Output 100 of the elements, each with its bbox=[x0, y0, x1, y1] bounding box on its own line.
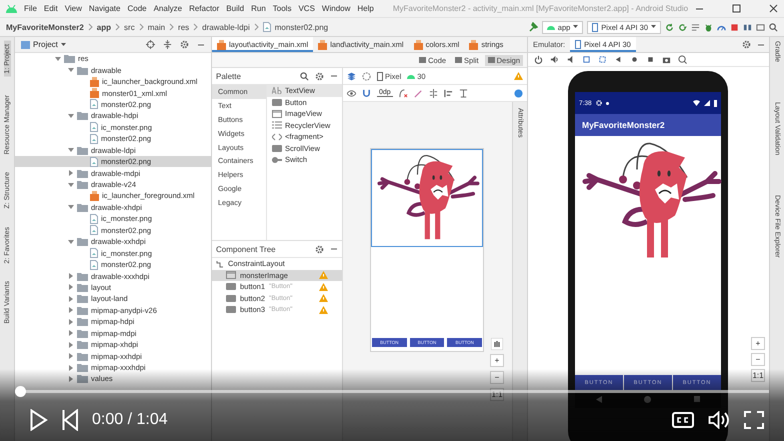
collapsed-arrow-icon[interactable] bbox=[68, 330, 74, 336]
collapsed-arrow-icon[interactable] bbox=[68, 376, 74, 382]
panel-title: Component Tree bbox=[216, 244, 277, 254]
breadcrumb-item[interactable]: drawable-ldpi bbox=[202, 22, 250, 32]
locate-icon[interactable] bbox=[146, 40, 155, 49]
zoom-button[interactable]: + bbox=[751, 337, 765, 350]
search-icon[interactable] bbox=[769, 22, 778, 32]
collapsed-arrow-icon[interactable] bbox=[68, 364, 74, 371]
apply-changes-icon[interactable] bbox=[678, 22, 687, 32]
collapsed-arrow-icon[interactable] bbox=[68, 353, 74, 360]
zoom-button[interactable]: − bbox=[751, 353, 765, 366]
collapse-all-icon[interactable] bbox=[163, 40, 172, 49]
expanded-arrow-icon[interactable] bbox=[68, 238, 74, 245]
close-icon[interactable] bbox=[769, 4, 778, 13]
folder-icon bbox=[77, 352, 88, 361]
volume-down-icon[interactable] bbox=[566, 55, 575, 64]
bug-icon[interactable] bbox=[704, 22, 713, 32]
list-icon[interactable] bbox=[691, 22, 700, 32]
collapsed-arrow-icon[interactable] bbox=[68, 170, 74, 176]
back-icon[interactable] bbox=[614, 55, 623, 64]
wifi-icon bbox=[693, 100, 700, 106]
clear-constraints-icon[interactable] bbox=[398, 88, 408, 98]
home-icon[interactable] bbox=[630, 55, 639, 64]
fullscreen-button[interactable] bbox=[744, 411, 764, 429]
captions-button[interactable] bbox=[672, 412, 694, 428]
zoom-button[interactable]: + bbox=[490, 354, 504, 367]
magnet-icon[interactable] bbox=[362, 88, 371, 98]
expanded-arrow-icon[interactable] bbox=[55, 56, 61, 62]
maximize-icon[interactable] bbox=[732, 4, 742, 13]
folder-icon bbox=[77, 282, 88, 292]
zoom-button[interactable]: − bbox=[490, 371, 504, 384]
image-icon bbox=[272, 110, 282, 118]
collapsed-arrow-icon[interactable] bbox=[68, 342, 74, 348]
expanded-arrow-icon[interactable] bbox=[68, 147, 74, 154]
collapsed-arrow-icon[interactable] bbox=[68, 307, 74, 314]
menu-item[interactable]: Refactor bbox=[189, 4, 220, 13]
magic-wand-icon[interactable] bbox=[414, 88, 423, 98]
chevron-icon bbox=[138, 23, 144, 31]
project-view-dropdown[interactable]: Project bbox=[21, 40, 66, 49]
menu-item[interactable]: Build bbox=[226, 4, 244, 13]
orientation-icon[interactable] bbox=[362, 72, 371, 80]
expanded-arrow-icon[interactable] bbox=[68, 182, 74, 188]
play-button[interactable] bbox=[30, 409, 48, 431]
image-icon bbox=[226, 271, 236, 280]
folder-icon bbox=[77, 363, 88, 372]
menu-item[interactable]: Analyze bbox=[154, 4, 182, 13]
collapsed-arrow-icon[interactable] bbox=[68, 296, 74, 302]
rotate-right-icon[interactable] bbox=[598, 55, 607, 64]
notification-dot-icon bbox=[606, 102, 609, 104]
breadcrumb-item[interactable]: res bbox=[178, 22, 190, 32]
zoom-icon[interactable] bbox=[678, 55, 687, 64]
menu-item[interactable]: Edit bbox=[44, 4, 58, 13]
help-icon[interactable] bbox=[514, 88, 523, 98]
expanded-arrow-icon[interactable] bbox=[68, 67, 74, 74]
menu-item[interactable]: VCS bbox=[298, 4, 315, 13]
menu-item[interactable]: Window bbox=[322, 4, 350, 13]
breadcrumb-item[interactable]: monster02.png bbox=[274, 22, 328, 32]
breadcrumb-item[interactable]: main bbox=[148, 22, 166, 32]
hammer-icon[interactable] bbox=[528, 22, 538, 32]
xml-file-icon bbox=[90, 76, 99, 87]
collapsed-arrow-icon[interactable] bbox=[68, 318, 74, 325]
guideline-icon[interactable] bbox=[458, 88, 468, 98]
eye-icon[interactable] bbox=[347, 88, 356, 98]
constraint-layout-icon bbox=[216, 260, 224, 268]
expanded-arrow-icon[interactable] bbox=[68, 204, 74, 210]
rerun-icon[interactable] bbox=[665, 22, 674, 32]
menu-item[interactable]: Tools bbox=[272, 4, 292, 13]
menu-item[interactable]: File bbox=[24, 4, 37, 13]
power-icon[interactable] bbox=[534, 55, 543, 64]
breadcrumb-item[interactable]: src bbox=[124, 22, 135, 32]
stop-icon[interactable] bbox=[730, 22, 739, 32]
menu-item[interactable]: Run bbox=[251, 4, 266, 13]
pack-icon[interactable] bbox=[444, 88, 453, 98]
settings-icon bbox=[596, 100, 602, 106]
menu-item[interactable]: Code bbox=[127, 4, 147, 13]
menu-item[interactable]: Help bbox=[357, 4, 374, 13]
settings-icon[interactable] bbox=[315, 244, 324, 254]
collapsed-arrow-icon[interactable] bbox=[68, 273, 74, 280]
rotate-left-icon[interactable] bbox=[582, 55, 591, 64]
skip-back-button[interactable] bbox=[62, 409, 78, 431]
settings-icon[interactable] bbox=[180, 40, 189, 49]
overview-icon[interactable] bbox=[646, 55, 655, 64]
volume-up-icon[interactable] bbox=[550, 55, 559, 64]
collapsed-arrow-icon[interactable] bbox=[68, 284, 74, 290]
search-icon[interactable] bbox=[300, 72, 309, 80]
chevron-icon bbox=[254, 23, 259, 31]
progress-track[interactable] bbox=[15, 386, 769, 397]
camera-icon[interactable] bbox=[662, 55, 671, 64]
breadcrumb-item[interactable]: app bbox=[96, 22, 112, 32]
expanded-arrow-icon[interactable] bbox=[68, 112, 74, 119]
breadcrumb-item[interactable]: MyFavoriteMonster2 bbox=[6, 22, 84, 32]
menu-item[interactable]: View bbox=[64, 4, 82, 13]
settings-icon[interactable] bbox=[315, 72, 324, 80]
volume-button[interactable] bbox=[708, 411, 730, 429]
menu-item[interactable]: Navigate bbox=[88, 4, 120, 13]
captions-icon bbox=[672, 412, 694, 428]
layers-icon[interactable] bbox=[347, 72, 356, 80]
settings-icon[interactable] bbox=[742, 40, 751, 49]
signal-icon bbox=[704, 100, 710, 106]
align-icon[interactable] bbox=[428, 88, 438, 98]
